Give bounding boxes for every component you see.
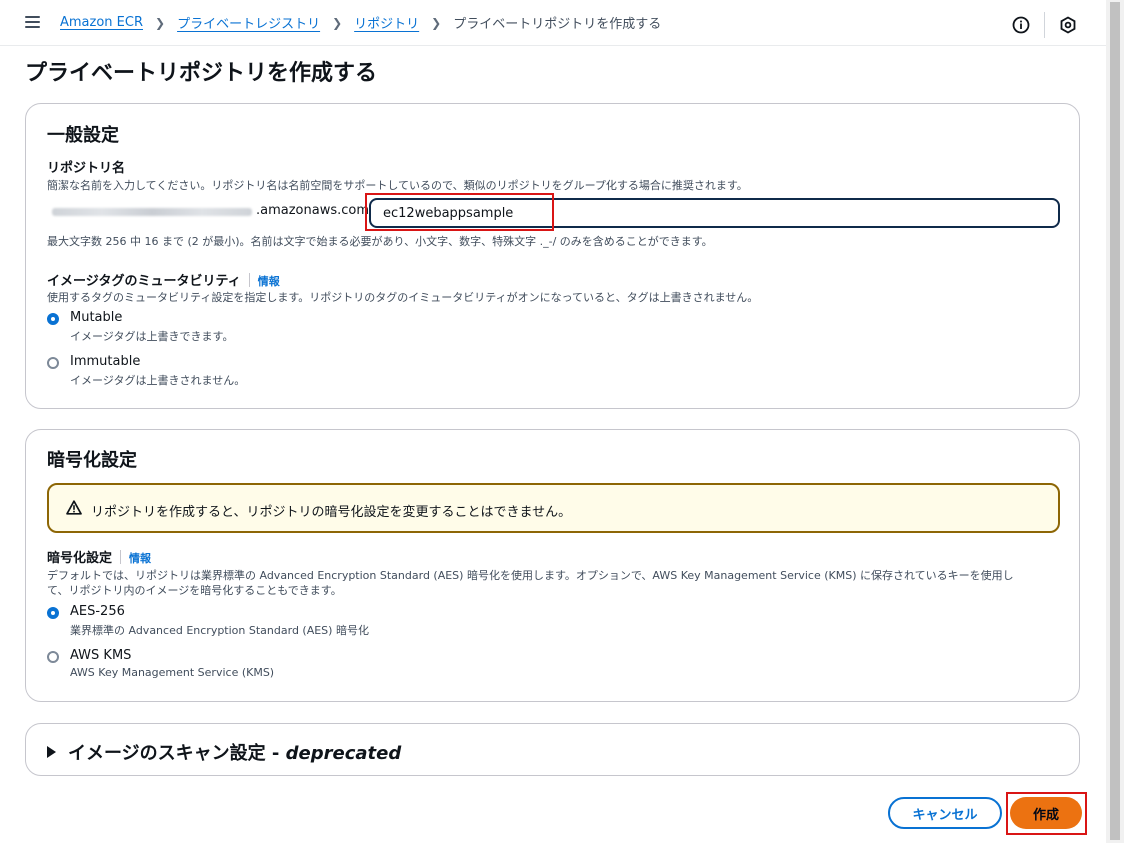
encryption-info-link[interactable]: 情報 bbox=[129, 552, 151, 565]
image-scan-panel: イメージのスキャン設定 - deprecated bbox=[25, 723, 1080, 776]
mutability-info-link[interactable]: 情報 bbox=[258, 275, 280, 288]
page-title: プライベートリポジトリを作成する bbox=[25, 61, 378, 86]
repo-name-input[interactable] bbox=[369, 198, 1060, 228]
top-icons bbox=[1011, 12, 1078, 38]
scrollbar[interactable] bbox=[1106, 0, 1124, 843]
encryption-label-text: 暗号化設定 bbox=[47, 551, 113, 566]
encryption-label: 暗号化設定 情報 bbox=[47, 547, 151, 566]
radio-description: AWS Key Management Service (KMS) bbox=[70, 666, 275, 679]
breadcrumb-ecr[interactable]: Amazon ECR bbox=[60, 15, 143, 30]
repo-name-description: 簡潔な名前を入力してください。リポジトリ名は名前空間をサポートしているので、類似… bbox=[47, 179, 748, 192]
image-scan-title: イメージのスキャン設定 - bbox=[68, 743, 286, 764]
radio-description: イメージタグは上書きされません。 bbox=[70, 374, 246, 387]
divider bbox=[120, 550, 122, 564]
warning-text: リポジトリを作成すると、リポジトリの暗号化設定を変更することはできません。 bbox=[91, 505, 572, 520]
radio-button[interactable] bbox=[47, 651, 59, 663]
warning-icon bbox=[66, 500, 82, 519]
mutability-label: イメージタグのミュータビリティ 情報 bbox=[47, 270, 280, 289]
encryption-description-line1: デフォルトでは、リポジトリは業界標準の Advanced Encryption … bbox=[47, 569, 1014, 582]
mutability-label-text: イメージタグのミュータビリティ bbox=[47, 274, 241, 289]
radio-button[interactable] bbox=[47, 357, 59, 369]
registry-prefix-redacted bbox=[52, 208, 252, 216]
mutability-description: 使用するタグのミュータビリティ設定を指定します。リポジトリのタグのイミュータビリ… bbox=[47, 291, 759, 304]
encryption-settings-title: 暗号化設定 bbox=[47, 450, 137, 471]
chevron-right-icon: ❯ bbox=[332, 15, 343, 30]
menu-icon[interactable] bbox=[25, 16, 40, 28]
registry-domain-suffix: .amazonaws.com/ bbox=[256, 203, 374, 218]
chevron-right-icon: ❯ bbox=[155, 15, 166, 30]
breadcrumb-repositories[interactable]: リポジトリ bbox=[354, 13, 419, 32]
caret-right-icon bbox=[47, 746, 56, 758]
create-button[interactable]: 作成 bbox=[1010, 797, 1082, 829]
general-settings-title: 一般設定 bbox=[47, 125, 119, 146]
radio-button-checked[interactable] bbox=[47, 313, 59, 325]
general-settings-panel: 一般設定 リポジトリ名 簡潔な名前を入力してください。リポジトリ名は名前空間をサ… bbox=[25, 103, 1080, 409]
encryption-description-line2: て、リポジトリ内のイメージを暗号化することもできます。 bbox=[47, 584, 342, 597]
breadcrumb-private-registry[interactable]: プライベートレジストリ bbox=[177, 13, 320, 32]
radio-label: AES-256 bbox=[70, 604, 125, 619]
image-scan-expander[interactable]: イメージのスキャン設定 - deprecated bbox=[47, 739, 401, 765]
top-bar: Amazon ECR ❯ プライベートレジストリ ❯ リポジトリ ❯ プライベー… bbox=[0, 0, 1106, 46]
scrollbar-thumb[interactable] bbox=[1110, 2, 1120, 840]
info-icon[interactable] bbox=[1011, 15, 1031, 35]
repo-name-label: リポジトリ名 bbox=[47, 161, 126, 176]
warning-alert: リポジトリを作成すると、リポジトリの暗号化設定を変更することはできません。 bbox=[47, 483, 1060, 533]
radio-button-checked[interactable] bbox=[47, 607, 59, 619]
divider bbox=[1044, 12, 1045, 38]
cancel-button[interactable]: キャンセル bbox=[888, 797, 1002, 829]
deprecated-label: deprecated bbox=[285, 743, 402, 764]
settings-hexagon-icon[interactable] bbox=[1058, 15, 1078, 35]
chevron-right-icon: ❯ bbox=[431, 15, 442, 30]
radio-label: Mutable bbox=[70, 310, 123, 325]
radio-label: Immutable bbox=[70, 354, 141, 369]
divider bbox=[248, 273, 250, 287]
breadcrumb: Amazon ECR ❯ プライベートレジストリ ❯ リポジトリ ❯ プライベー… bbox=[60, 13, 661, 32]
radio-description: イメージタグは上書きできます。 bbox=[70, 330, 234, 343]
encryption-settings-panel: 暗号化設定 リポジトリを作成すると、リポジトリの暗号化設定を変更することはできま… bbox=[25, 429, 1080, 702]
repo-name-constraint: 最大文字数 256 中 16 まで (2 が最小)。名前は文字で始まる必要があり… bbox=[47, 235, 713, 248]
breadcrumb-current: プライベートリポジトリを作成する bbox=[453, 17, 662, 32]
radio-description: 業界標準の Advanced Encryption Standard (AES)… bbox=[70, 624, 369, 637]
radio-label: AWS KMS bbox=[70, 648, 132, 663]
